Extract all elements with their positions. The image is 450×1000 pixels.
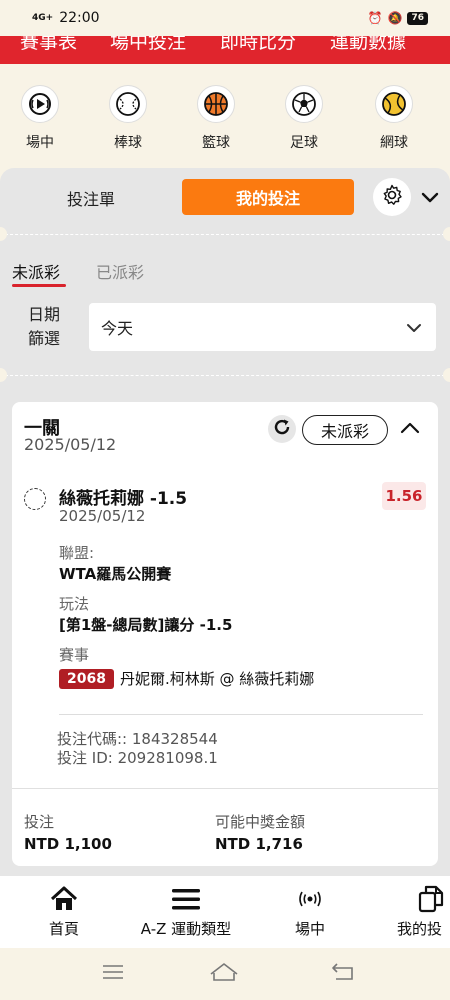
bet-card: 一關 2025/05/12 未派彩 絲薇托莉娜 -1.5 2025/05/12 … xyxy=(12,402,438,866)
notch-decoration xyxy=(443,227,450,241)
sport-label: 足球 xyxy=(290,135,318,151)
back-icon xyxy=(331,963,355,985)
payout-label: 可能中獎金額 xyxy=(215,813,306,831)
battery-indicator: 76 xyxy=(407,11,428,25)
payout-value: NTD 1,716 xyxy=(215,835,303,853)
live-icon xyxy=(280,884,340,914)
date-filter-label: 日期 篩選 xyxy=(27,305,60,348)
sport-live[interactable]: 場中 xyxy=(10,85,70,152)
menu-lines-icon xyxy=(102,964,124,984)
divider xyxy=(59,714,423,715)
league-label: 聯盟: xyxy=(59,544,95,562)
tennis-icon xyxy=(375,85,413,123)
bet-panel: 投注單 我的投注 未派彩 已派彩 日期 篩選 今天 一關 2025/05/12 xyxy=(0,168,450,876)
date-filter-value: 今天 xyxy=(101,319,134,338)
market-value: [第1盤-總局數]讓分 -1.5 xyxy=(59,616,233,634)
notch-decoration xyxy=(0,227,7,241)
home-icon xyxy=(34,884,94,914)
refresh-button[interactable] xyxy=(268,415,296,443)
refresh-icon xyxy=(272,417,292,441)
top-nav: 賽事表 場中投注 即時比分 運動數據 xyxy=(0,36,450,64)
league-value: WTA羅馬公開賽 xyxy=(59,565,172,583)
event-name: 丹妮爾.柯林斯 @ 絲薇托莉娜 xyxy=(119,670,315,688)
event-id-badge: 2068 xyxy=(59,668,114,689)
tab-settled[interactable]: 已派彩 xyxy=(96,259,144,283)
home-outline-icon xyxy=(209,962,239,986)
bottom-nav-live[interactable]: 場中 xyxy=(280,884,340,939)
sports-row: 場中 棒球 籃球 足球 網球 xyxy=(0,64,450,168)
top-nav-live-betting[interactable]: 場中投注 xyxy=(110,36,186,54)
alarm-icon: ⏰ xyxy=(367,11,383,25)
status-bar: 4G+ 22:00 ⏰ 🔕 76 xyxy=(0,0,450,36)
tab-my-bets[interactable]: 我的投注 xyxy=(182,179,354,215)
selection-date: 2025/05/12 xyxy=(59,507,146,525)
network-indicator: 4G+ xyxy=(32,12,54,23)
soccer-icon xyxy=(285,85,323,123)
bottom-nav-az-sports[interactable]: A-Z 運動類型 xyxy=(128,884,244,939)
sport-label: 籃球 xyxy=(202,135,230,151)
bottom-nav: 首頁 A-Z 運動類型 場中 我的投 xyxy=(0,876,450,948)
notch-decoration xyxy=(0,368,7,382)
live-icon xyxy=(21,85,59,123)
divider xyxy=(0,234,450,235)
sport-baseball[interactable]: 棒球 xyxy=(98,85,158,152)
sport-label: 棒球 xyxy=(114,135,142,151)
sport-label: 場中 xyxy=(26,135,54,151)
stake-value: NTD 1,100 xyxy=(24,835,112,853)
bet-id: 投注 ID: 209281098.1 xyxy=(57,749,218,767)
bet-code: 投注代碼:: 184328544 xyxy=(57,730,218,748)
active-tab-indicator xyxy=(12,284,66,287)
status-time: 22:00 xyxy=(59,10,100,26)
divider xyxy=(0,375,450,376)
recent-apps-button[interactable] xyxy=(100,962,126,986)
market-label: 玩法 xyxy=(59,595,90,613)
date-filter-select[interactable]: 今天 xyxy=(89,303,436,351)
selection-name: 絲薇托莉娜 -1.5 xyxy=(59,489,188,509)
sport-tennis[interactable]: 網球 xyxy=(364,85,424,152)
baseball-icon xyxy=(109,85,147,123)
bottom-nav-my-bets[interactable]: 我的投 xyxy=(394,884,450,939)
tab-unsettled[interactable]: 未派彩 xyxy=(12,259,60,283)
sport-basketball[interactable]: 籃球 xyxy=(186,85,246,152)
bottom-nav-label: 首頁 xyxy=(48,920,79,938)
panel-collapse-button[interactable] xyxy=(418,186,442,210)
back-button[interactable] xyxy=(330,962,356,986)
top-nav-live-scores[interactable]: 即時比分 xyxy=(220,36,296,54)
selection-status-icon xyxy=(24,488,46,510)
sport-soccer[interactable]: 足球 xyxy=(274,85,334,152)
top-nav-sports-stats[interactable]: 運動數據 xyxy=(330,36,406,54)
event-label: 賽事 xyxy=(59,646,90,664)
odds-badge: 1.56 xyxy=(382,482,426,510)
status-badge: 未派彩 xyxy=(302,415,388,445)
card-collapse-button[interactable] xyxy=(398,416,422,440)
gear-icon xyxy=(380,183,404,211)
event-row: 2068 丹妮爾.柯林斯 @ 絲薇托莉娜 xyxy=(59,668,314,689)
tab-bet-slip[interactable]: 投注單 xyxy=(24,180,158,216)
bottom-nav-home[interactable]: 首頁 xyxy=(34,884,94,939)
bet-date: 2025/05/12 xyxy=(24,435,117,454)
notch-decoration xyxy=(443,368,450,382)
top-nav-schedule[interactable]: 賽事表 xyxy=(20,36,77,54)
menu-icon xyxy=(128,884,244,914)
chevron-down-icon xyxy=(421,189,439,208)
basketball-icon xyxy=(197,85,235,123)
bottom-nav-label: 我的投 xyxy=(397,920,443,938)
mute-icon: 🔕 xyxy=(387,11,403,25)
my-bets-icon xyxy=(394,884,450,914)
home-button[interactable] xyxy=(209,962,239,986)
bottom-nav-label: A-Z 運動類型 xyxy=(140,920,232,938)
system-nav-bar xyxy=(0,948,450,1000)
bet-totals: 投注 NTD 1,100 可能中獎金額 NTD 1,716 xyxy=(12,788,438,866)
bottom-nav-label: 場中 xyxy=(294,920,325,938)
chevron-down-icon xyxy=(406,318,422,337)
stake-label: 投注 xyxy=(24,813,55,831)
sport-label: 網球 xyxy=(380,135,408,151)
settings-button[interactable] xyxy=(373,178,411,216)
chevron-up-icon xyxy=(400,419,420,438)
